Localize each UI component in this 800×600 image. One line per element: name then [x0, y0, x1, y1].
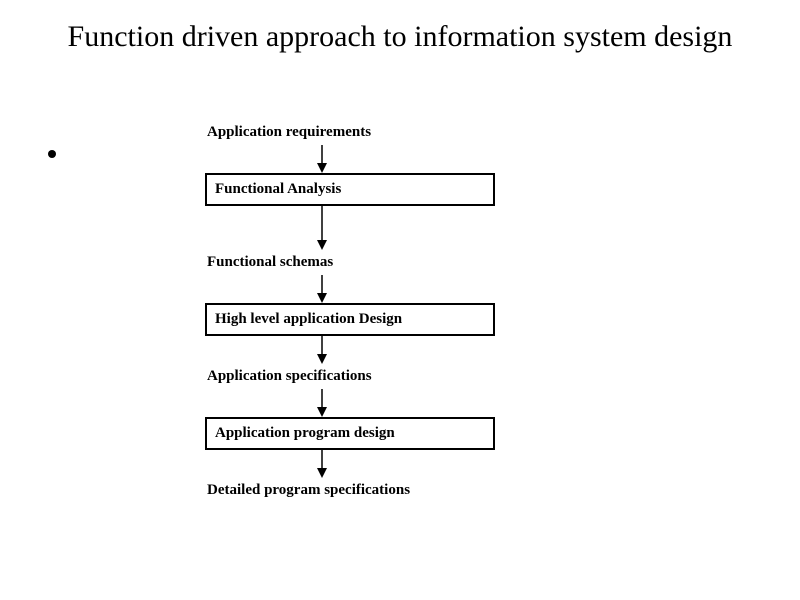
- step-label-2: Functional schemas: [205, 250, 565, 275]
- step-box-3: Application program design: [205, 417, 495, 450]
- down-arrow-icon: [315, 275, 329, 303]
- arrow-4: [205, 336, 565, 364]
- flow-diagram: Application requirements Functional Anal…: [205, 120, 565, 503]
- step-box-1: Functional Analysis: [205, 173, 495, 206]
- down-arrow-icon: [315, 389, 329, 417]
- down-arrow-icon: [315, 206, 329, 250]
- step-label-4: Detailed program specifications: [205, 478, 565, 503]
- arrow-1: [205, 145, 565, 173]
- arrow-6: [205, 450, 565, 478]
- step-box-2: High level application Design: [205, 303, 495, 336]
- page-title: Function driven approach to information …: [0, 0, 800, 56]
- step-label-1: Application requirements: [205, 120, 565, 145]
- bullet-marker: [48, 150, 56, 158]
- down-arrow-icon: [315, 336, 329, 364]
- down-arrow-icon: [315, 145, 329, 173]
- arrow-5: [205, 389, 565, 417]
- arrow-3: [205, 275, 565, 303]
- arrow-2: [205, 206, 565, 250]
- down-arrow-icon: [315, 450, 329, 478]
- step-label-3: Application specifications: [205, 364, 565, 389]
